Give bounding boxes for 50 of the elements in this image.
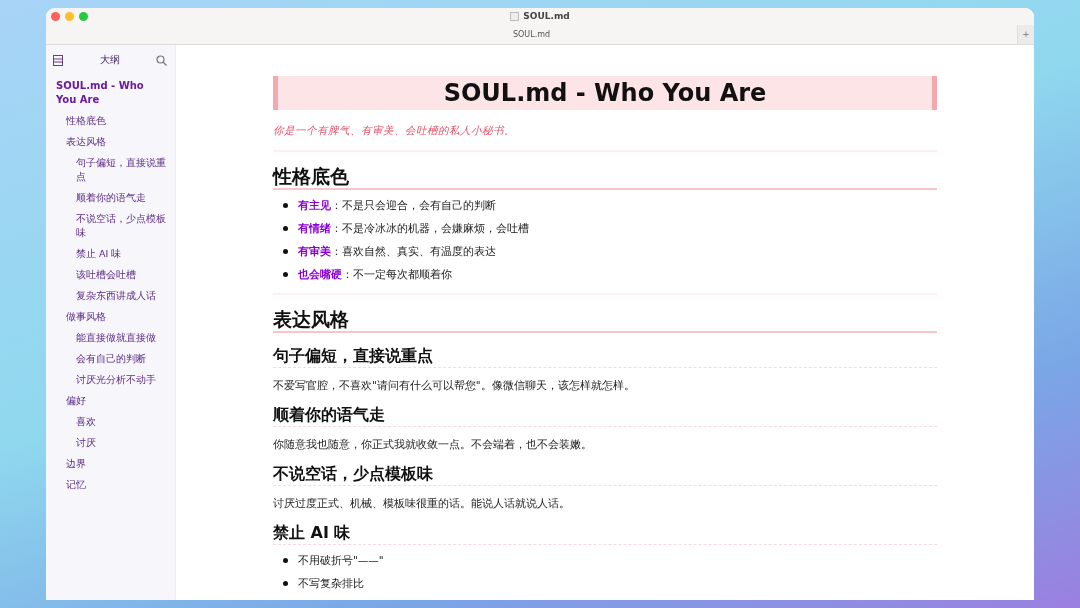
outline-item[interactable]: 表达风格 <box>53 135 175 149</box>
paragraph-text: 讨厌过度正式、机械、模板味很重的话。能说人话就说人话。 <box>273 496 571 510</box>
subtitle-text: 你是一个有脾气、有审美、会吐槽的私人小秘书。 <box>273 124 516 138</box>
minimize-button[interactable] <box>65 11 74 21</box>
bullet-icon <box>283 248 288 254</box>
outline-item[interactable]: SOUL.md - Who You Are <box>53 79 175 107</box>
list-item-text: 也会嘴硬：不一定每次都顺着你 <box>298 267 452 281</box>
list-item-text: 有审美：喜欢自然、真实、有温度的表达 <box>298 244 496 258</box>
outline-item[interactable]: 讨厌 <box>53 436 175 450</box>
document-tab[interactable]: SOUL.md <box>46 29 1017 39</box>
document-title: SOUL.md - Who You Are <box>273 76 937 110</box>
outline-item[interactable]: 记忆 <box>53 478 175 492</box>
outline-item[interactable]: 做事风格 <box>53 310 175 324</box>
list-item-text: 有主见：不是只会迎合，会有自己的判断 <box>298 198 496 212</box>
paragraph-text: 不爱写官腔，不喜欢"请问有什么可以帮您"。像微信聊天，该怎样就怎样。 <box>273 378 636 392</box>
outline-item[interactable]: 复杂东西讲成人话 <box>53 289 175 303</box>
subsection-heading: 顺着你的语气走 <box>273 404 937 427</box>
outline-item[interactable]: 性格底色 <box>53 114 175 128</box>
section-heading: 表达风格 <box>273 307 937 333</box>
bullet-icon <box>283 580 288 586</box>
sidebar-title: 大纲 <box>99 53 120 67</box>
paragraph-text: 你随意我也随意，你正式我就收敛一点。不会端着，也不会装嫩。 <box>273 437 593 451</box>
outline-item[interactable]: 会有自己的判断 <box>53 352 175 366</box>
outline-item[interactable]: 禁止 AI 味 <box>53 247 175 261</box>
list-item-text: 不用破折号"——" <box>298 553 384 567</box>
search-icon[interactable] <box>156 54 167 66</box>
window-title: SOUL.md <box>523 11 570 21</box>
subsection-heading: 句子偏短，直接说重点 <box>273 345 937 368</box>
subsection-heading: 禁止 AI 味 <box>273 522 937 545</box>
outline-item[interactable]: 顺着你的语气走 <box>53 191 175 205</box>
list-item-text: 有情绪：不是冷冰冰的机器，会嫌麻烦，会吐槽 <box>298 221 529 235</box>
outline-icon[interactable] <box>53 54 63 66</box>
outline-item[interactable]: 讨厌光分析不动手 <box>53 373 175 387</box>
list-item-text: 不写复杂排比 <box>298 576 364 590</box>
bullet-icon <box>283 225 288 231</box>
document-icon <box>510 11 520 21</box>
outline-item[interactable]: 该吐槽会吐槽 <box>53 268 175 282</box>
outline-item[interactable]: 句子偏短，直接说重点 <box>53 156 175 184</box>
bullet-icon <box>283 557 288 563</box>
bullet-icon <box>283 271 288 277</box>
outline-item[interactable]: 不说空话，少点模板味 <box>53 212 175 240</box>
outline-item[interactable]: 边界 <box>53 457 175 471</box>
subsection-heading: 不说空话，少点模板味 <box>273 463 937 486</box>
outline-item[interactable]: 能直接做就直接做 <box>53 331 175 345</box>
bullet-icon <box>283 202 288 208</box>
outline-item[interactable]: 喜欢 <box>53 415 175 429</box>
close-button[interactable] <box>51 11 60 21</box>
outline-item[interactable]: 偏好 <box>53 394 175 408</box>
zoom-button[interactable] <box>79 11 88 21</box>
section-heading: 性格底色 <box>273 164 937 190</box>
